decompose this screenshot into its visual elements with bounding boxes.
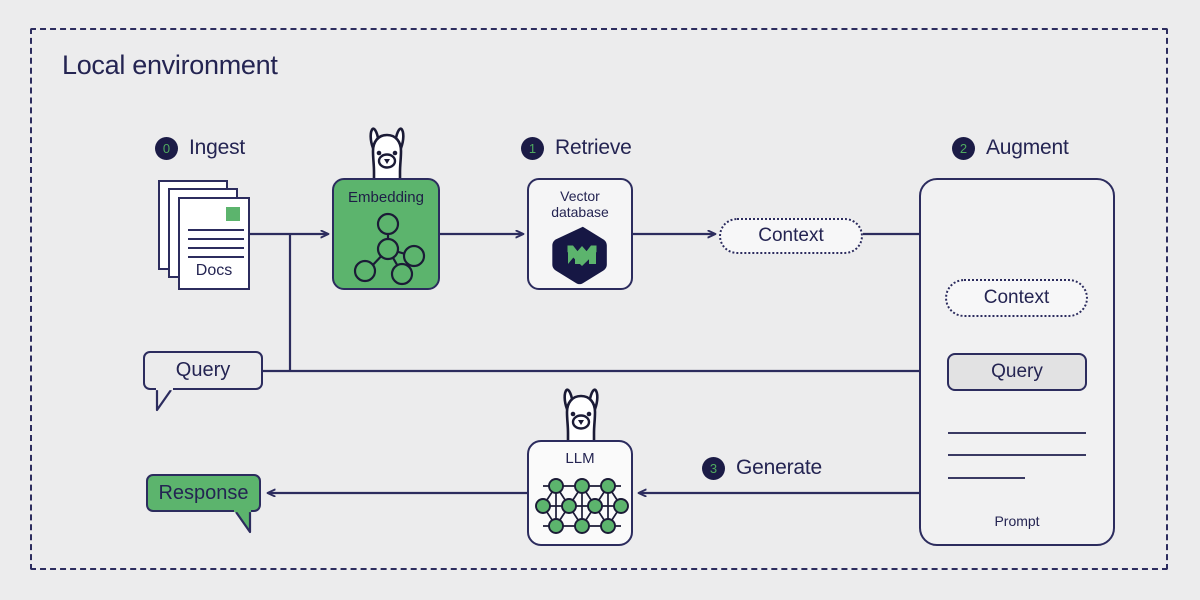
- doc-text-line: [188, 247, 244, 249]
- llm-node[interactable]: LLM: [527, 440, 633, 546]
- llama-icon: [369, 127, 405, 184]
- context-pill-retrieved[interactable]: Context: [719, 218, 863, 254]
- vector-database-label-line2: database: [551, 204, 609, 220]
- prompt-text-line: [948, 454, 1086, 456]
- query-bubble-tail: [155, 387, 173, 412]
- response-bubble[interactable]: Response: [146, 474, 261, 512]
- step-text-ingest: Ingest: [189, 136, 246, 159]
- docs-label: Docs: [195, 262, 233, 279]
- query-bubble-label: Query: [175, 359, 231, 381]
- step-label-augment: 2 Augment: [952, 136, 1069, 160]
- llm-label: LLM: [565, 450, 595, 467]
- doc-text-line: [188, 256, 244, 258]
- doc-text-line: [188, 238, 244, 240]
- response-bubble-tail: [234, 509, 252, 534]
- prompt-query-box[interactable]: Query: [947, 353, 1087, 391]
- vector-database-label: Vector database: [529, 188, 631, 220]
- step-badge-1: 1: [521, 136, 544, 160]
- step-text-augment: Augment: [986, 136, 1069, 159]
- step-badge-2: 2: [952, 136, 975, 160]
- step-text-generate: Generate: [736, 456, 822, 479]
- step-badge-0: 0: [155, 136, 178, 160]
- neural-network-icon: [535, 478, 629, 534]
- prompt-text-line: [948, 477, 1025, 479]
- llama-icon: [563, 388, 599, 445]
- prompt-query-label: Query: [991, 361, 1043, 382]
- step-label-ingest: 0 Ingest: [155, 136, 245, 160]
- diagram-canvas: Local environment 0 Ingest 1 Retrieve 2 …: [0, 0, 1200, 600]
- vector-database-node[interactable]: Vector database: [527, 178, 633, 290]
- step-label-generate: 3 Generate: [702, 456, 822, 480]
- doc-accent-square-icon: [226, 207, 240, 221]
- node-graph-icon: [353, 212, 426, 286]
- step-text-retrieve: Retrieve: [555, 136, 632, 159]
- page-title: Local environment: [62, 50, 278, 80]
- docs-stack: Docs: [158, 180, 266, 290]
- query-bubble[interactable]: Query: [143, 351, 263, 390]
- prompt-label: Prompt: [994, 513, 1040, 529]
- prompt-context-pill[interactable]: Context: [945, 279, 1088, 317]
- prompt-context-label: Context: [983, 287, 1050, 308]
- response-bubble-label: Response: [158, 481, 249, 504]
- weaviate-logo-icon: [552, 226, 607, 285]
- prompt-text-line: [948, 432, 1086, 434]
- doc-page-front: Docs: [178, 197, 250, 290]
- vector-database-label-line1: Vector: [560, 188, 600, 204]
- embedding-label: Embedding: [348, 189, 424, 206]
- embedding-node[interactable]: Embedding: [332, 178, 440, 290]
- context-pill-label: Context: [758, 225, 824, 246]
- doc-text-line: [188, 229, 244, 231]
- step-badge-3: 3: [702, 456, 725, 480]
- step-label-retrieve: 1 Retrieve: [521, 136, 632, 160]
